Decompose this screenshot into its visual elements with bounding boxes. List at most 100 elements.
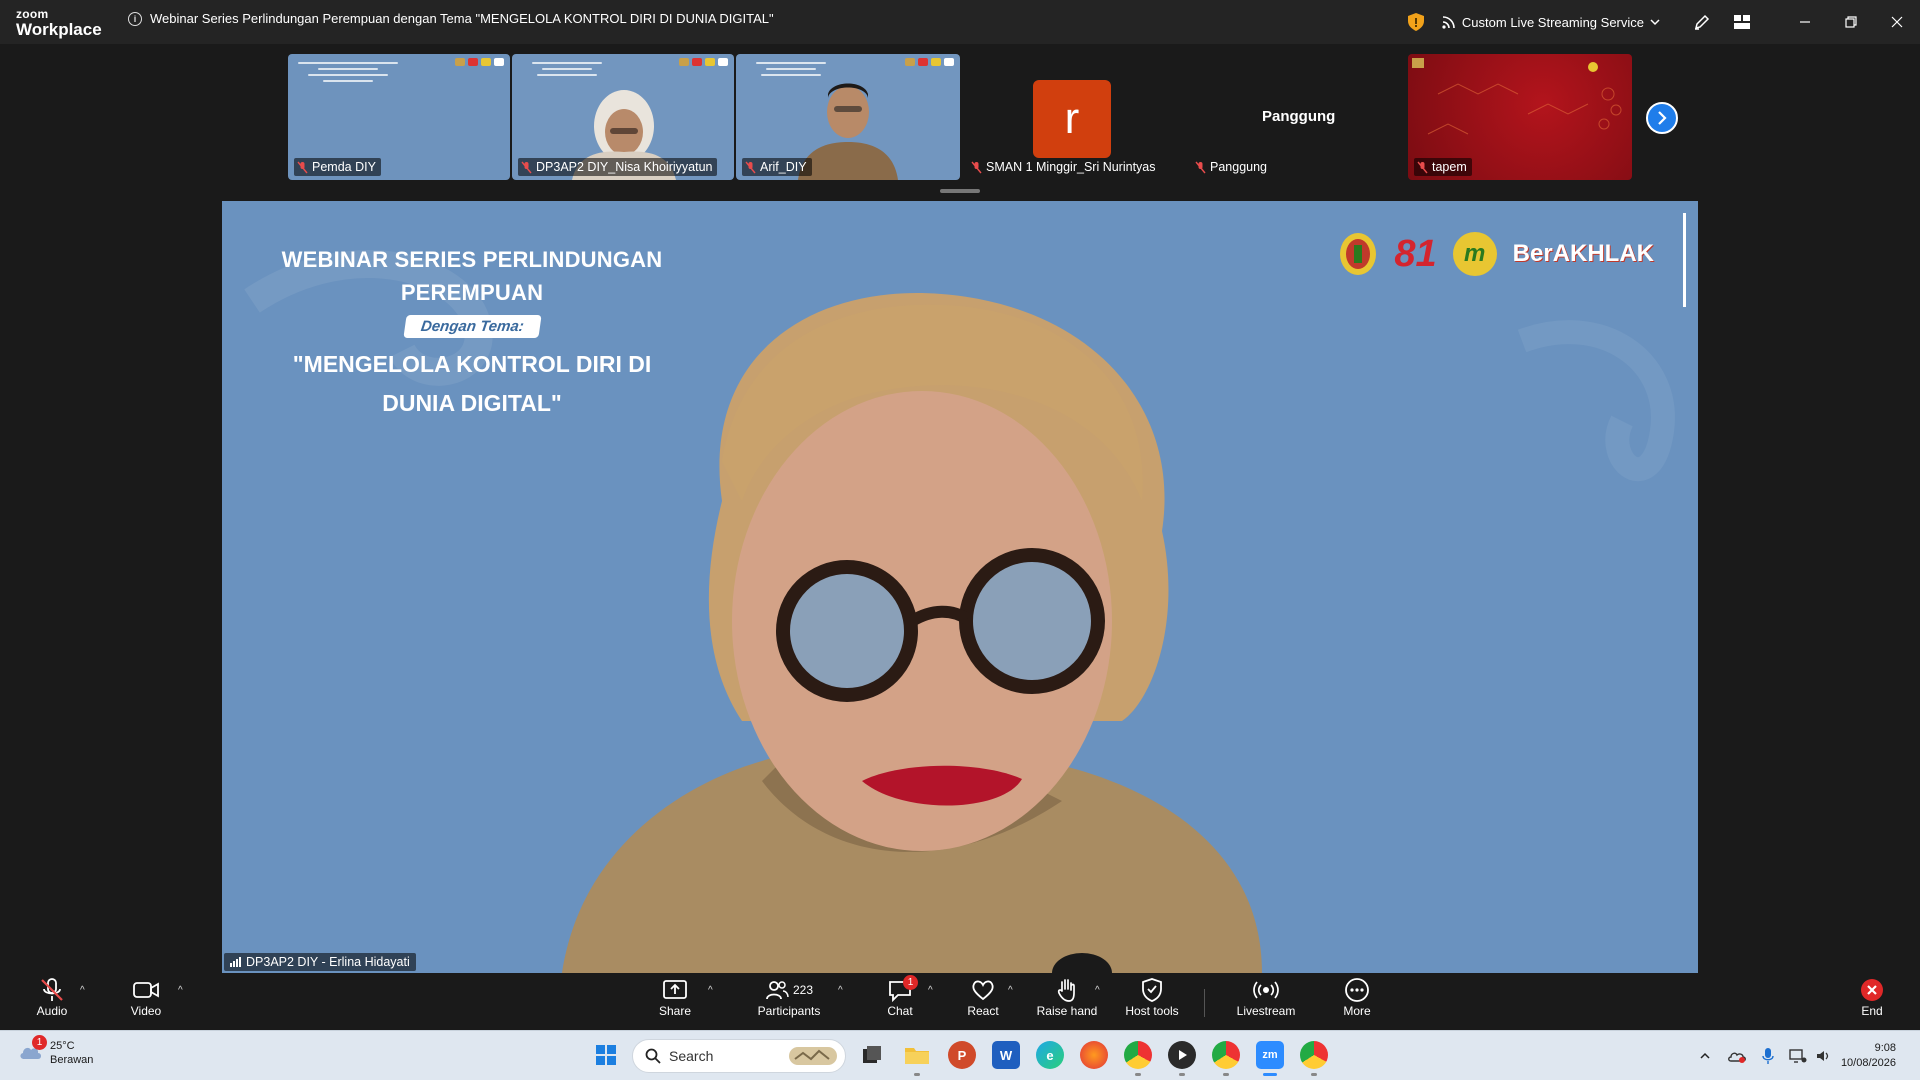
- react-options-caret[interactable]: ^: [1008, 985, 1013, 996]
- view-button[interactable]: [1722, 0, 1762, 44]
- chevron-up-icon[interactable]: [1699, 1050, 1711, 1062]
- heart-icon: [972, 980, 994, 1001]
- livestream-button[interactable]: Livestream: [1234, 977, 1298, 1027]
- restore-icon: [1845, 16, 1857, 28]
- meeting-toolbar: Audio ^ Video ^ Share ^ 223 Participants…: [0, 973, 1920, 1030]
- chevron-down-icon: [1650, 19, 1660, 26]
- minimize-button[interactable]: [1782, 0, 1828, 44]
- info-icon[interactable]: i: [128, 11, 142, 26]
- participants-button[interactable]: 223 Participants: [756, 977, 822, 1027]
- video-options-caret[interactable]: ^: [178, 985, 183, 996]
- play-icon: [1179, 1050, 1187, 1060]
- network-icon[interactable]: [1789, 1048, 1807, 1064]
- shield-icon[interactable]: [1407, 13, 1424, 31]
- close-button[interactable]: [1874, 0, 1920, 44]
- participant-name: Arif_DIY: [760, 160, 807, 174]
- audio-button[interactable]: Audio: [30, 977, 74, 1027]
- raise-hand-button[interactable]: Raise hand: [1036, 977, 1098, 1027]
- taskbar-clock[interactable]: 9:08 10/08/2026: [1841, 1041, 1896, 1071]
- slide-divider: [1683, 213, 1686, 307]
- logo-m: m: [1452, 232, 1497, 276]
- video-button[interactable]: Video: [124, 977, 168, 1027]
- restore-button[interactable]: [1828, 0, 1874, 44]
- speaker-name: DP3AP2 DIY - Erlina Hidayati: [246, 955, 410, 969]
- annotate-button[interactable]: [1682, 0, 1722, 44]
- clock-time: 9:08: [1874, 1042, 1896, 1054]
- chat-options-caret[interactable]: ^: [928, 985, 933, 996]
- toolbar-separator: [1204, 989, 1205, 1017]
- audio-label: Audio: [36, 1004, 68, 1018]
- meeting-info[interactable]: i Webinar Series Perlindungan Perempuan …: [128, 11, 774, 26]
- video-label: Video: [130, 1004, 162, 1018]
- pen-icon: [1694, 14, 1710, 30]
- microphone-icon[interactable]: [1761, 1047, 1775, 1065]
- participant-tile-tapem[interactable]: tapem: [1408, 54, 1632, 180]
- taskbar-app-firefox[interactable]: [1080, 1041, 1108, 1069]
- taskbar-app-explorer[interactable]: [903, 1041, 931, 1076]
- running-indicator: [1311, 1073, 1317, 1076]
- stream-service-label: Custom Live Streaming Service: [1461, 14, 1644, 30]
- brand-top: zoom: [16, 7, 49, 21]
- next-page-button[interactable]: [1646, 102, 1678, 134]
- taskbar-app-chrome-3[interactable]: [1300, 1041, 1328, 1076]
- end-meeting-button[interactable]: End: [1852, 977, 1892, 1027]
- active-speaker-video[interactable]: WEBINAR SERIES PERLINDUNGAN PEREMPUAN De…: [222, 201, 1698, 973]
- slide-tema-label: Dengan Tema:: [402, 315, 542, 338]
- taskbar-app-media-player[interactable]: [1168, 1041, 1196, 1076]
- more-button[interactable]: More: [1337, 977, 1377, 1027]
- broadcast-icon: [1442, 16, 1455, 29]
- livestream-service-dropdown[interactable]: Custom Live Streaming Service: [1442, 15, 1660, 30]
- start-button[interactable]: [592, 1041, 620, 1069]
- task-view-icon: [863, 1046, 881, 1063]
- react-button[interactable]: React: [963, 977, 1003, 1027]
- running-indicator: [1179, 1073, 1185, 1076]
- shield-icon: [1142, 978, 1162, 1002]
- taskbar-app-chrome-1[interactable]: [1124, 1041, 1152, 1076]
- taskbar-app-edge[interactable]: e: [1036, 1041, 1064, 1069]
- chevron-right-icon: [1658, 111, 1667, 125]
- participant-name-label: Arif_DIY: [742, 158, 812, 176]
- taskbar-app-powerpoint[interactable]: P: [948, 1041, 976, 1069]
- clock-date: 10/08/2026: [1840, 1057, 1896, 1069]
- share-label: Share: [658, 1004, 692, 1018]
- participant-strip: Pemda DIY DP3AP2 DIY_Nisa Khoiriyyatun A…: [0, 44, 1920, 194]
- logo-81: 81: [1394, 232, 1437, 275]
- participants-options-caret[interactable]: ^: [838, 985, 843, 996]
- participants-count: 223: [792, 983, 814, 997]
- raise-hand-options-caret[interactable]: ^: [1095, 985, 1100, 996]
- participant-name-label: tapem: [1414, 158, 1472, 176]
- mini-slide-content: [298, 58, 418, 86]
- taskbar-search[interactable]: Search: [632, 1039, 846, 1073]
- muted-mic-icon: [1417, 161, 1428, 173]
- participant-center-label: Panggung: [1262, 108, 1336, 125]
- raise-hand-label: Raise hand: [1036, 1004, 1098, 1018]
- slide-title-line1: WEBINAR SERIES PERLINDUNGAN: [281, 247, 663, 272]
- windows-logo-icon: [596, 1045, 616, 1065]
- participant-tile-arif[interactable]: Arif_DIY: [736, 54, 960, 180]
- running-indicator: [1263, 1073, 1277, 1076]
- end-label: End: [1861, 1004, 1883, 1018]
- taskbar-app-word[interactable]: W: [992, 1041, 1020, 1069]
- chat-unread-badge: 1: [903, 975, 918, 990]
- host-tools-button[interactable]: Host tools: [1122, 977, 1182, 1027]
- strip-resize-handle[interactable]: [940, 189, 980, 193]
- government-seal-logo: [1340, 233, 1377, 275]
- participant-name: SMAN 1 Minggir_Sri Nurintyas: [986, 160, 1156, 174]
- weather-widget[interactable]: 1 25°C Berawan: [18, 1034, 93, 1067]
- running-indicator: [914, 1073, 920, 1076]
- participant-tile-pemda[interactable]: Pemda DIY: [288, 54, 510, 180]
- onedrive-icon[interactable]: [1727, 1048, 1747, 1064]
- search-placeholder: Search: [669, 1048, 714, 1064]
- signal-strength-icon: [230, 957, 241, 967]
- share-options-caret[interactable]: ^: [708, 985, 713, 996]
- end-icon: [1861, 979, 1883, 1001]
- audio-options-caret[interactable]: ^: [80, 985, 85, 996]
- taskbar-app-zoom[interactable]: zm: [1256, 1041, 1284, 1076]
- brand-bottom: Workplace: [16, 20, 102, 39]
- share-button[interactable]: Share: [655, 977, 695, 1027]
- participant-tile-nisa[interactable]: DP3AP2 DIY_Nisa Khoiriyyatun: [512, 54, 734, 180]
- volume-icon[interactable]: [1815, 1048, 1831, 1064]
- taskbar-app-chrome-2[interactable]: [1212, 1041, 1240, 1076]
- running-indicator: [1223, 1073, 1229, 1076]
- taskbar-app-taskview[interactable]: [858, 1041, 886, 1069]
